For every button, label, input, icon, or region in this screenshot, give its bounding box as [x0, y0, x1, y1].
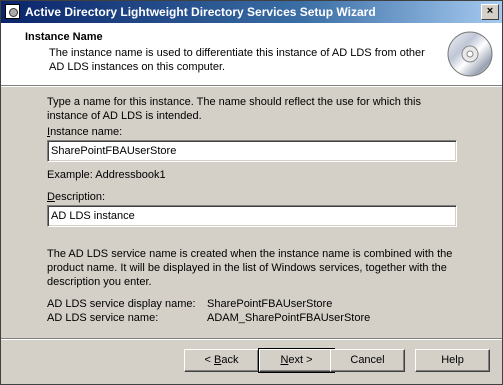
wizard-header: Instance Name The instance name is used … [1, 23, 502, 86]
instance-name-input[interactable] [47, 140, 457, 162]
help-button[interactable]: Help [415, 349, 490, 372]
display-name-value: SharePointFBAUserStore [207, 298, 333, 310]
service-name-note: The AD LDS service name is created when … [47, 248, 453, 288]
service-name-label: AD LDS service name: [47, 312, 159, 324]
setup-wizard-window: Active Directory Lightweight Directory S… [0, 0, 503, 385]
header-divider [1, 86, 502, 87]
page-subtitle: The instance name is used to differentia… [49, 47, 425, 73]
display-name-label: AD LDS service display name: [47, 298, 196, 310]
intro-text: Type a name for this instance. The name … [47, 96, 421, 122]
service-name-value: ADAM_SharePointFBAUserStore [207, 312, 371, 324]
back-button[interactable]: < Back [184, 349, 259, 372]
cancel-button[interactable]: Cancel [330, 349, 405, 372]
description-input[interactable] [47, 205, 457, 227]
example-text: Example: Addressbook1 [47, 169, 166, 181]
button-separator [1, 338, 502, 340]
cd-disc-icon [447, 31, 493, 77]
title-bar[interactable]: Active Directory Lightweight Directory S… [1, 1, 502, 23]
instance-name-label: Instance name: [47, 126, 123, 138]
close-button[interactable]: × [481, 4, 499, 20]
page-title: Instance Name [25, 31, 103, 43]
next-button[interactable]: Next > [258, 348, 335, 373]
description-label: Description: [47, 191, 106, 203]
window-title: Active Directory Lightweight Directory S… [25, 5, 376, 19]
app-icon [5, 4, 20, 19]
